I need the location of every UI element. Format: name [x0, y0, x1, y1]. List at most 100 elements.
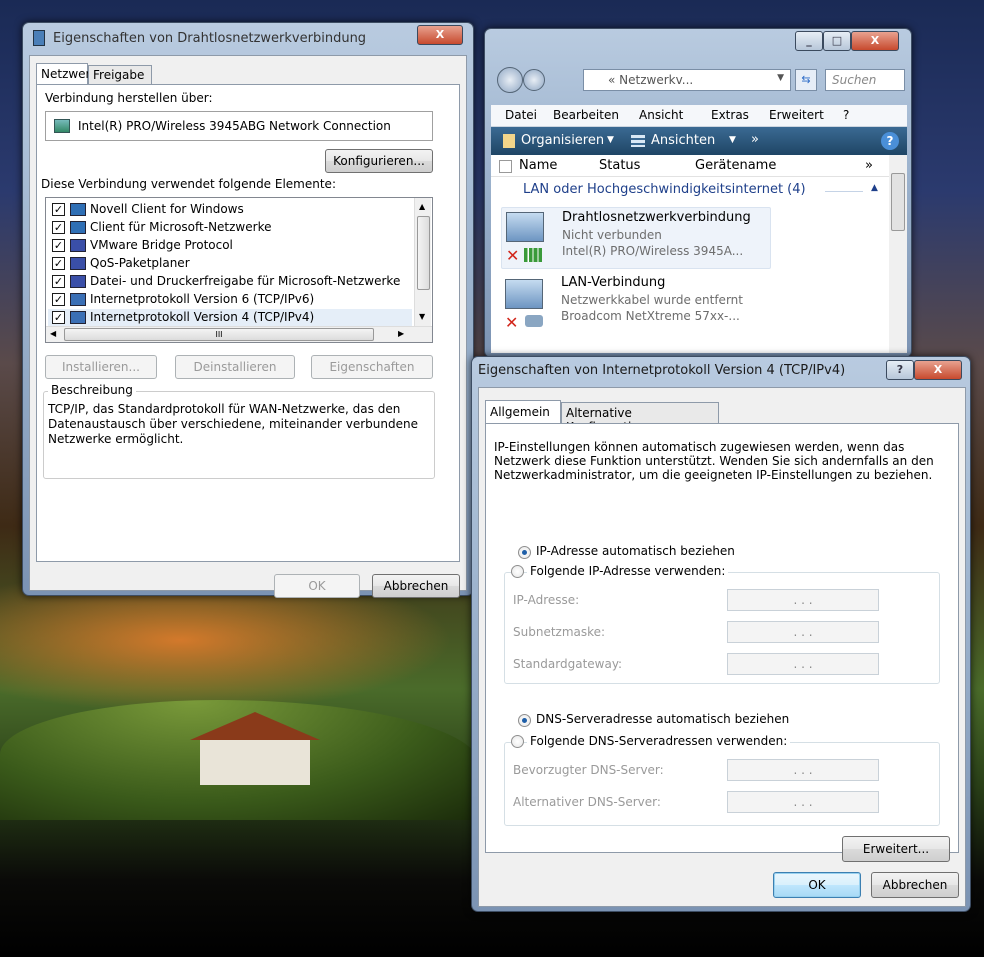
connection-item-wireless[interactable]: ✕ Drahtlosnetzwerkverbindung Nicht verbu…	[501, 207, 771, 269]
scroll-down-icon[interactable]: ▼	[419, 312, 425, 321]
components-list[interactable]: ✓ Novell Client for Windows ✓ Client für Mi…	[45, 197, 433, 343]
auto-dns-label[interactable]: DNS-Serveradresse automatisch beziehen	[536, 712, 789, 726]
component-checkbox[interactable]: ✓	[52, 293, 65, 306]
views-dropdown-icon[interactable]: ▼	[729, 135, 736, 145]
minimize-button[interactable]: _	[795, 31, 823, 51]
intro-text: IP-Einstellungen können automatisch zuge…	[494, 440, 934, 482]
menu-help[interactable]: ?	[843, 108, 849, 122]
ok-button[interactable]: OK	[274, 574, 360, 598]
component-checkbox[interactable]: ✓	[52, 203, 65, 216]
uninstall-button[interactable]: Deinstallieren	[175, 355, 295, 379]
organize-button[interactable]: Organisieren	[521, 133, 604, 148]
ip-address-label: IP-Adresse:	[513, 593, 580, 607]
component-item[interactable]: ✓ Internetprotokoll Version 6 (TCP/IPv6)	[48, 291, 412, 309]
menu-erweitert[interactable]: Erweitert	[769, 108, 824, 122]
organize-dropdown-icon[interactable]: ▼	[607, 135, 614, 145]
disconnected-x-icon: ✕	[505, 313, 519, 332]
cancel-button[interactable]: Abbrechen	[871, 872, 959, 898]
subnet-mask-label: Subnetzmaske:	[513, 625, 606, 639]
connection-name: LAN-Verbindung	[561, 275, 666, 290]
group-header[interactable]: LAN oder Hochgeschwindigkeitsinternet (4…	[523, 182, 806, 197]
wireless-properties-window: Eigenschaften von Drahtlosnetzwerkverbin…	[22, 22, 474, 598]
scroll-thumb[interactable]	[417, 216, 430, 290]
component-checkbox[interactable]: ✓	[52, 311, 65, 324]
horizontal-scrollbar[interactable]: ◀ III ▶	[46, 326, 432, 342]
more-commands[interactable]: »	[751, 132, 759, 147]
menu-ansicht[interactable]: Ansicht	[639, 108, 683, 122]
select-all-checkbox[interactable]	[499, 160, 512, 173]
component-icon	[70, 293, 86, 306]
component-item[interactable]: ✓ VMware Bridge Protocol	[48, 237, 412, 255]
install-button[interactable]: Installieren...	[45, 355, 157, 379]
help-icon[interactable]: ?	[881, 132, 899, 150]
component-icon	[70, 221, 86, 234]
dropdown-icon[interactable]: ▼	[777, 73, 784, 83]
cable-icon	[525, 315, 543, 327]
tab-netzwerk[interactable]: Netzwerk	[36, 63, 97, 85]
menu-bearbeiten[interactable]: Bearbeiten	[553, 108, 619, 122]
component-item[interactable]: ✓ Internetprotokoll Version 4 (TCP/IPv4)	[48, 309, 412, 327]
collapse-icon[interactable]: ▲	[871, 183, 878, 193]
component-checkbox[interactable]: ✓	[52, 275, 65, 288]
close-button[interactable]: X	[851, 31, 899, 51]
preferred-dns-field[interactable]: . . .	[727, 759, 879, 781]
maximize-button[interactable]: □	[823, 31, 851, 51]
component-label: Internetprotokoll Version 6 (TCP/IPv6)	[90, 292, 315, 306]
component-item[interactable]: ✓ Datei- und Druckerfreigabe für Microsof…	[48, 273, 412, 291]
manual-dns-group: Folgende DNS-Serveradressen verwenden: B…	[504, 734, 940, 826]
search-box[interactable]: Suchen	[825, 69, 905, 91]
ip-address-field[interactable]: . . .	[727, 589, 879, 611]
manual-ip-radio[interactable]	[511, 565, 524, 578]
back-button[interactable]	[497, 67, 523, 93]
vertical-scrollbar[interactable]: ▲ ▼	[414, 198, 431, 326]
scroll-up-icon[interactable]: ▲	[419, 202, 425, 211]
close-button[interactable]: X	[914, 360, 962, 380]
properties-button[interactable]: Eigenschaften	[311, 355, 433, 379]
scroll-thumb[interactable]	[891, 173, 905, 231]
alternate-dns-field[interactable]: . . .	[727, 791, 879, 813]
tab-allgemein-label: Allgemein	[490, 405, 550, 419]
ok-button[interactable]: OK	[773, 872, 861, 898]
component-checkbox[interactable]: ✓	[52, 257, 65, 270]
configure-button[interactable]: Konfigurieren...	[325, 149, 433, 173]
auto-ip-radio[interactable]	[518, 546, 531, 559]
adapter-icon	[54, 119, 70, 133]
cancel-button[interactable]: Abbrechen	[372, 574, 460, 598]
scroll-right-icon[interactable]: ▶	[398, 329, 404, 338]
advanced-button[interactable]: Erweitert...	[842, 836, 950, 862]
tab-freigabe[interactable]: Freigabe	[88, 65, 152, 85]
column-name[interactable]: Name	[519, 158, 557, 173]
menu-extras[interactable]: Extras	[711, 108, 749, 122]
column-device[interactable]: Gerätename	[695, 158, 776, 173]
component-checkbox[interactable]: ✓	[52, 239, 65, 252]
component-item[interactable]: ✓ Client für Microsoft-Netzwerke	[48, 219, 412, 237]
subnet-mask-field[interactable]: . . .	[727, 621, 879, 643]
tab-alternative[interactable]: Alternative Konfiguration	[561, 402, 719, 434]
address-bar[interactable]: « Netzwerkv... ▼	[583, 69, 791, 91]
scroll-left-icon[interactable]: ◀	[50, 329, 56, 338]
menu-datei[interactable]: Datei	[505, 108, 537, 122]
connection-item-lan[interactable]: ✕ LAN-Verbindung Netzwerkkabel wurde ent…	[501, 275, 801, 337]
column-more[interactable]: »	[865, 158, 873, 173]
forward-button[interactable]	[523, 69, 545, 91]
group-divider	[825, 191, 863, 192]
manual-dns-radio[interactable]	[511, 735, 524, 748]
h-scroll-thumb[interactable]: III	[64, 328, 374, 341]
component-item[interactable]: ✓ Novell Client for Windows	[48, 201, 412, 219]
component-item[interactable]: ✓ QoS-Paketplaner	[48, 255, 412, 273]
tab-allgemein[interactable]: Allgemein	[485, 400, 561, 424]
views-button[interactable]: Ansichten	[651, 133, 715, 148]
gateway-field[interactable]: . . .	[727, 653, 879, 675]
manual-ip-label[interactable]: Folgende IP-Adresse verwenden:	[527, 564, 729, 578]
help-button[interactable]: ?	[886, 360, 914, 380]
close-button[interactable]: X	[417, 25, 463, 45]
column-status[interactable]: Status	[599, 158, 640, 173]
manual-dns-label[interactable]: Folgende DNS-Serveradressen verwenden:	[527, 734, 791, 748]
dialog-face: Netzwerk Freigabe Verbindung herstellen …	[29, 55, 467, 598]
auto-ip-label[interactable]: IP-Adresse automatisch beziehen	[536, 544, 735, 558]
explorer-scrollbar[interactable]	[889, 155, 907, 353]
component-checkbox[interactable]: ✓	[52, 221, 65, 234]
refresh-button[interactable]: ⇆	[795, 69, 817, 91]
wireless-adapter-icon	[506, 212, 544, 242]
auto-dns-radio[interactable]	[518, 714, 531, 727]
